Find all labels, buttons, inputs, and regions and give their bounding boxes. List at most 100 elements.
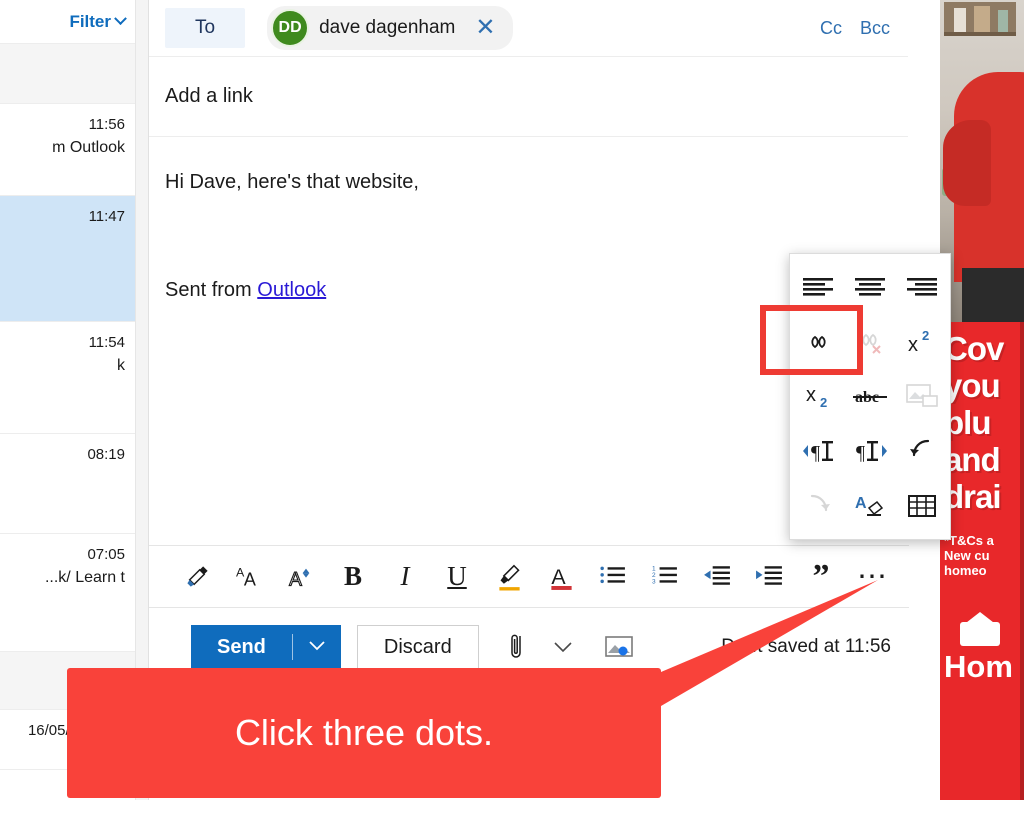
advertisement-panel[interactable]: Cov you plu and drai *T&Cs a New cu home… [940, 0, 1024, 800]
advertisement-photo [940, 0, 1024, 322]
signature-prefix: Sent from [165, 279, 258, 301]
svg-text:¶: ¶ [856, 442, 865, 464]
ad-edge-strip [1020, 322, 1024, 800]
page-bottom-strip [0, 800, 1024, 819]
chevron-down-icon [114, 12, 127, 26]
font-color-icon[interactable]: A [535, 553, 587, 601]
body-signature-line: Sent from Outlook [165, 275, 892, 305]
svg-text:2: 2 [820, 395, 827, 410]
ad-headline-line: drai [944, 478, 1002, 515]
ad-headline-line: you [944, 367, 1001, 404]
increase-indent-icon[interactable] [743, 553, 795, 601]
ad-fine-print-line: *T&Cs a [944, 533, 994, 548]
photo-shelf [944, 2, 1016, 36]
svg-text:A: A [289, 570, 302, 591]
list-item[interactable]: 11:54 k [0, 322, 135, 434]
more-formatting-options-icon[interactable]: ⋯ [847, 553, 899, 601]
insert-picture-icon[interactable] [599, 625, 639, 669]
align-right-icon[interactable] [896, 260, 948, 315]
list-item[interactable]: 07:05 k/ Learn t... [0, 534, 135, 652]
signature-link[interactable]: Outlook [257, 279, 326, 301]
redo-icon [792, 478, 844, 533]
list-item[interactable]: 08:19 [0, 434, 135, 534]
underline-icon[interactable]: U [431, 553, 483, 601]
cc-button[interactable]: Cc [820, 18, 842, 39]
list-item-time: 08:19 [87, 446, 125, 463]
cc-bcc-group: Cc Bcc [820, 18, 890, 39]
subject-value: Add a link [165, 85, 253, 107]
ad-fine-print-line: homeo [944, 563, 987, 578]
list-item-time: 07:05 [87, 546, 125, 563]
photo-person-arm [943, 120, 991, 206]
callout-box: Click three dots. [67, 668, 661, 798]
to-label: To [165, 8, 246, 48]
undo-icon[interactable] [896, 424, 948, 479]
attach-chevron-down-icon[interactable] [543, 625, 583, 669]
insert-picture-icon [896, 369, 948, 424]
close-icon[interactable]: ✕ [465, 16, 505, 40]
font-size-icon[interactable]: A [275, 553, 327, 601]
photo-shelf-object [954, 8, 966, 32]
photo-shelf-object [998, 10, 1008, 32]
avatar: DD [271, 9, 310, 47]
list-item-time: 11:54 [88, 334, 125, 351]
send-button-label: Send [217, 635, 266, 658]
strikethrough-icon[interactable]: abc [844, 369, 896, 424]
more-formatting-popup: x 2 x 2 abc ¶ ¶ A [789, 253, 951, 540]
discard-button[interactable]: Discard [356, 625, 479, 669]
svg-text:3: 3 [652, 578, 656, 585]
formatting-toolbar: A A A B I U A 1 2 3 ” ⋯ [149, 545, 909, 608]
attach-icon[interactable] [497, 625, 537, 669]
bcc-button[interactable]: Bcc [860, 18, 890, 39]
list-item-time: 11:47 [88, 208, 125, 225]
svg-text:A: A [551, 564, 566, 588]
message-list-search-strip[interactable] [0, 44, 135, 104]
photo-shelf-object [974, 6, 990, 32]
font-icon[interactable]: A A [223, 553, 275, 601]
bulleted-list-icon[interactable] [587, 553, 639, 601]
svg-text:x: x [908, 334, 918, 356]
insert-table-icon[interactable] [896, 478, 948, 533]
subscript-icon[interactable]: x 2 [792, 369, 844, 424]
subject-field-row[interactable]: Add a link [149, 57, 908, 137]
bold-icon[interactable]: B [327, 553, 379, 601]
recipient-chip[interactable]: DD dave dagenham ✕ [267, 6, 514, 50]
align-center-icon[interactable] [844, 260, 896, 315]
insert-link-icon[interactable] [792, 315, 844, 370]
photo-person-lower [962, 268, 1024, 322]
to-field-row[interactable]: To DD dave dagenham ✕ Cc Bcc [149, 0, 908, 57]
italic-icon[interactable]: I [379, 553, 431, 601]
ad-headline-line: and [944, 441, 1001, 478]
callout-text: Click three dots. [234, 712, 494, 753]
house-logo-icon [960, 612, 1000, 646]
highlight-icon[interactable] [483, 553, 535, 601]
left-to-right-icon[interactable]: ¶ [792, 424, 844, 479]
ad-headline-line: Cov [944, 330, 1004, 367]
filter-label: Filter [69, 11, 111, 31]
align-left-icon[interactable] [792, 260, 844, 315]
right-to-left-icon[interactable]: ¶ [844, 424, 896, 479]
numbered-list-icon[interactable]: 1 2 3 [639, 553, 691, 601]
decrease-indent-icon[interactable] [691, 553, 743, 601]
body-blank-space [165, 197, 892, 275]
quote-icon[interactable]: ” [795, 553, 847, 601]
message-list-filter-bar: Filter [0, 0, 135, 44]
outlook-compose-screen: Filter 11:56 m Outlook 11:47 11:54 k 08:… [0, 0, 1024, 819]
ad-headline-line: plu [944, 404, 991, 441]
draft-status-text: Draft saved at 11:56 [721, 636, 891, 657]
chevron-down-icon[interactable] [293, 638, 341, 656]
list-item-snippet: m Outlook [52, 139, 125, 156]
svg-text:¶: ¶ [811, 442, 820, 464]
list-item[interactable]: 11:47 [0, 196, 135, 322]
ad-logo-text: Hom [944, 650, 1013, 684]
clear-formatting-icon[interactable]: A [844, 478, 896, 533]
send-button[interactable]: Send [191, 625, 341, 669]
list-item[interactable]: 11:56 m Outlook [0, 104, 135, 196]
superscript-icon[interactable]: x 2 [896, 315, 948, 370]
list-item-snippet: k [117, 357, 125, 374]
list-item-time: 11:56 [88, 116, 125, 133]
ad-fine-print-line: New cu [944, 548, 990, 563]
format-painter-icon[interactable] [171, 553, 223, 601]
advertisement-banner[interactable]: Cov you plu and drai *T&Cs a New cu home… [940, 322, 1024, 800]
filter-button[interactable]: Filter [69, 11, 127, 32]
